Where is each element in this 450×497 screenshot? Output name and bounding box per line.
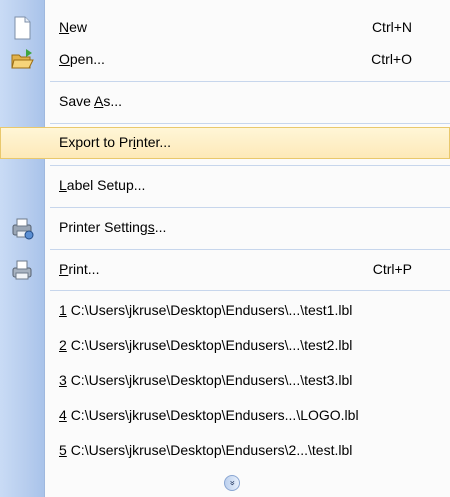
menu-item-export-to-printer[interactable]: Export to Printer... <box>0 127 450 158</box>
recent-file-item[interactable]: 5 C:\Users\jkruse\Desktop\Endusers\2...\… <box>0 435 450 466</box>
menu-item-label: Open... <box>59 51 105 67</box>
recent-file-label: 3 C:\Users\jkruse\Desktop\Endusers\...\t… <box>59 365 352 396</box>
menu-item-shortcut: Ctrl+N <box>371 19 412 35</box>
menu-separator <box>50 207 450 208</box>
recent-file-item[interactable]: 2 C:\Users\jkruse\Desktop\Endusers\...\t… <box>0 330 450 361</box>
printer-settings-icon <box>12 218 34 240</box>
menu-item-open[interactable]: Open... Ctrl+O <box>0 44 450 75</box>
menu-item-label: Export to Printer... <box>59 134 172 150</box>
recent-file-number: 1 <box>59 302 67 318</box>
open-folder-icon <box>11 49 34 69</box>
menu-item-label: Save As... <box>59 93 123 109</box>
recent-file-item[interactable]: 3 C:\Users\jkruse\Desktop\Endusers\...\t… <box>0 365 450 396</box>
recent-file-number: 5 <box>59 442 67 458</box>
menu-item-label: Printer Settings... <box>59 219 167 235</box>
recent-file-number: 2 <box>59 337 67 353</box>
menu-item-print[interactable]: Print... Ctrl+P <box>0 254 450 285</box>
menu-item-new[interactable]: New Ctrl+N <box>0 12 450 43</box>
menu-item-save-as[interactable]: Save As... <box>0 86 450 117</box>
recent-file-label: 5 C:\Users\jkruse\Desktop\Endusers\2...\… <box>59 435 352 466</box>
menu-separator <box>50 123 450 124</box>
menu-separator <box>50 249 450 250</box>
recent-file-number: 4 <box>59 407 67 423</box>
recent-file-path: C:\Users\jkruse\Desktop\Endusers...\LOGO… <box>70 407 359 423</box>
menu-item-label: Print... <box>59 261 100 277</box>
menu-separator <box>50 165 450 166</box>
recent-file-item[interactable]: 4 C:\Users\jkruse\Desktop\Endusers...\LO… <box>0 400 450 431</box>
chevron-double-down-icon[interactable]: » <box>224 475 240 491</box>
recent-file-path: C:\Users\jkruse\Desktop\Endusers\...\tes… <box>70 302 353 318</box>
menu-separator <box>50 81 450 82</box>
file-menu: New Ctrl+N Open... Ctrl+O Save As... Exp… <box>0 0 450 497</box>
menu-item-label: New <box>59 19 88 35</box>
menu-item-label-setup[interactable]: Label Setup... <box>0 170 450 201</box>
recent-file-label: 4 C:\Users\jkruse\Desktop\Endusers...\LO… <box>59 400 359 431</box>
recent-file-path: C:\Users\jkruse\Desktop\Endusers\2...\te… <box>70 442 353 458</box>
menu-item-printer-settings[interactable]: Printer Settings... <box>0 212 450 243</box>
new-document-icon <box>14 16 31 40</box>
menu-item-label: Label Setup... <box>59 177 146 193</box>
menu-item-shortcut: Ctrl+O <box>371 51 412 67</box>
recent-file-path: C:\Users\jkruse\Desktop\Endusers\...\tes… <box>70 372 353 388</box>
recent-file-label: 1 C:\Users\jkruse\Desktop\Endusers\...\t… <box>59 295 352 326</box>
menu-separator <box>50 290 450 291</box>
recent-file-path: C:\Users\jkruse\Desktop\Endusers\...\tes… <box>70 337 353 353</box>
printer-icon <box>12 260 32 280</box>
recent-file-number: 3 <box>59 372 67 388</box>
menu-item-shortcut: Ctrl+P <box>372 261 412 277</box>
recent-file-item[interactable]: 1 C:\Users\jkruse\Desktop\Endusers\...\t… <box>0 295 450 326</box>
recent-file-label: 2 C:\Users\jkruse\Desktop\Endusers\...\t… <box>59 330 352 361</box>
